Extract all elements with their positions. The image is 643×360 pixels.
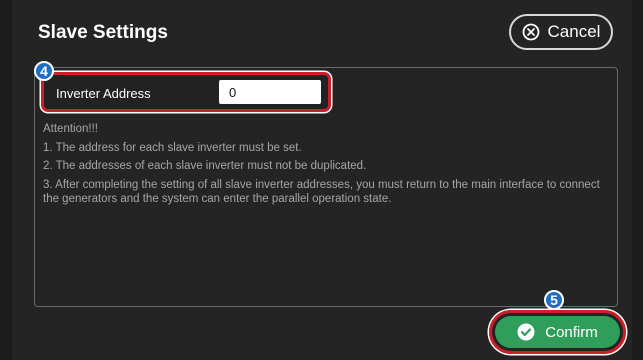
check-circle-icon [517,323,535,341]
attention-note-2: 2. The addresses of each slave inverter … [43,160,367,172]
attention-heading: Attention!!! [43,123,98,135]
confirm-button[interactable]: Confirm [495,316,620,348]
inverter-address-label: Inverter Address [56,86,151,101]
inverter-address-input[interactable] [219,80,321,104]
inverter-address-row: Inverter Address [41,72,331,112]
confirm-highlight: Confirm [489,310,626,354]
page-title: Slave Settings [38,22,168,43]
slave-settings-screen: Slave Settings Cancel Inverter Address 4… [12,0,632,360]
confirm-label: Confirm [545,323,598,341]
circle-x-icon [522,23,540,41]
attention-note-3: 3. After completing the setting of all s… [43,178,600,206]
cancel-label: Cancel [547,22,601,41]
cancel-button[interactable]: Cancel [509,14,613,50]
callout-badge-5: 5 [544,290,564,310]
attention-notes: Attention!!! 1. The address for each sla… [43,122,603,211]
attention-note-1: 1. The address for each slave inverter m… [43,141,302,154]
callout-badge-4: 4 [34,61,54,81]
